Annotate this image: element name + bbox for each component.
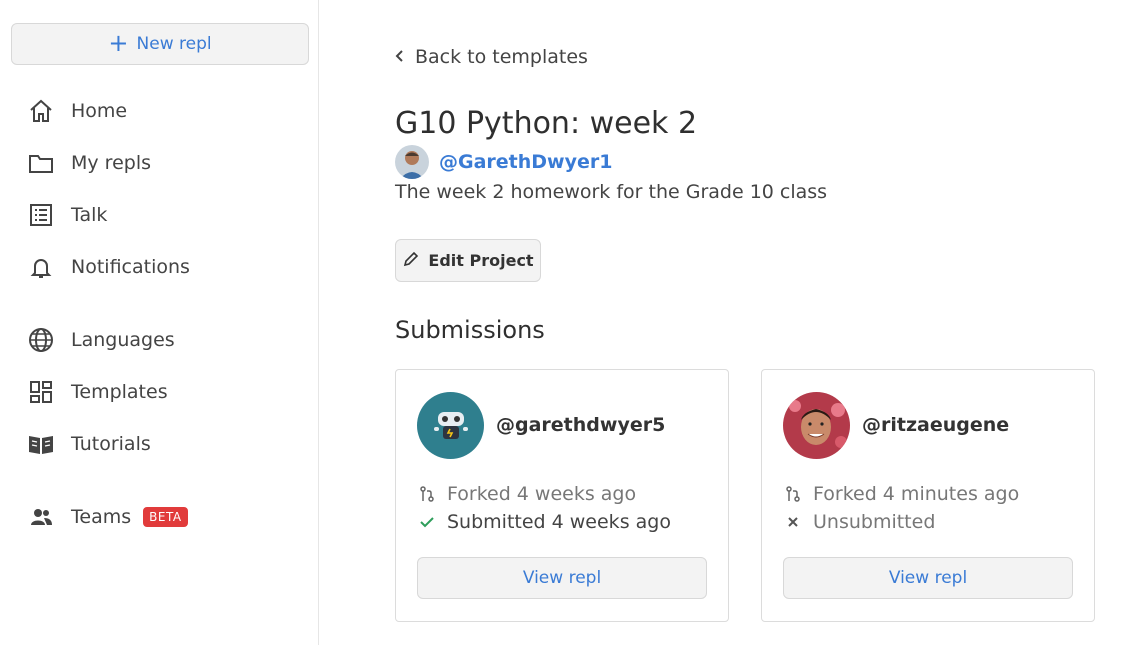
fork-icon	[783, 484, 803, 504]
submission-username[interactable]: @garethdwyer5	[496, 414, 665, 436]
sidebar-nav: Home My repls Talk Notifications Languag…	[11, 85, 308, 543]
sidebar-item-label: Templates	[71, 381, 168, 403]
sidebar-item-label: Talk	[71, 204, 108, 226]
sidebar-item-talk[interactable]: Talk	[11, 189, 308, 241]
sidebar-item-notifications[interactable]: Notifications	[11, 241, 308, 293]
list-icon	[26, 201, 56, 229]
bell-icon	[26, 253, 56, 281]
forked-text: Forked 4 minutes ago	[813, 483, 1020, 505]
submissions-list: @garethdwyer5 Forked 4 weeks ago Submitt…	[395, 369, 1095, 622]
sidebar-item-home[interactable]: Home	[11, 85, 308, 137]
beta-badge: BETA	[143, 507, 188, 527]
sidebar-item-label: Notifications	[71, 256, 190, 278]
book-icon	[26, 430, 56, 458]
sidebar-item-languages[interactable]: Languages	[11, 314, 308, 366]
sidebar-item-label: Tutorials	[71, 433, 151, 455]
view-repl-button[interactable]: View repl	[417, 557, 707, 599]
edit-project-button[interactable]: Edit Project	[395, 239, 541, 282]
pencil-icon	[402, 250, 420, 272]
x-icon	[783, 512, 803, 532]
submission-username[interactable]: @ritzaeugene	[862, 414, 1009, 436]
home-icon	[26, 97, 56, 125]
fork-icon	[417, 484, 437, 504]
new-repl-label: New repl	[136, 34, 212, 54]
forked-text: Forked 4 weeks ago	[447, 483, 637, 505]
sidebar: + New repl Home My repls Talk Notificati…	[0, 0, 319, 645]
forked-row: Forked 4 minutes ago	[783, 483, 1019, 505]
sidebar-item-label: My repls	[71, 152, 151, 174]
status-text: Unsubmitted	[813, 511, 936, 533]
globe-icon	[26, 326, 56, 354]
user-avatar[interactable]	[783, 392, 850, 459]
back-label: Back to templates	[415, 46, 588, 68]
check-icon	[417, 512, 437, 532]
submission-card: @garethdwyer5 Forked 4 weeks ago Submitt…	[395, 369, 729, 622]
chevron-left-icon	[395, 46, 405, 68]
author-link[interactable]: @GarethDwyer1	[439, 151, 612, 173]
sidebar-item-templates[interactable]: Templates	[11, 366, 308, 418]
sidebar-item-label: Languages	[71, 329, 175, 351]
back-to-templates-link[interactable]: Back to templates	[395, 46, 588, 68]
status-text: Submitted 4 weeks ago	[447, 511, 671, 533]
project-description: The week 2 homework for the Grade 10 cla…	[395, 181, 828, 203]
author-row: @GarethDwyer1	[395, 145, 612, 179]
nav-spacer	[11, 470, 308, 491]
edit-project-label: Edit Project	[428, 251, 534, 270]
main-content: Back to templates G10 Python: week 2 @Ga…	[319, 0, 1123, 645]
forked-row: Forked 4 weeks ago	[417, 483, 636, 505]
folder-icon	[26, 149, 56, 177]
status-row: Submitted 4 weeks ago	[417, 511, 671, 533]
page-title: G10 Python: week 2	[395, 106, 698, 141]
sidebar-item-teams[interactable]: Teams BETA	[11, 491, 308, 543]
author-avatar[interactable]	[395, 145, 429, 179]
sidebar-item-my-repls[interactable]: My repls	[11, 137, 308, 189]
submissions-heading: Submissions	[395, 316, 545, 344]
app: + New repl Home My repls Talk Notificati…	[0, 0, 1123, 645]
new-repl-button[interactable]: + New repl	[11, 23, 309, 65]
view-repl-button[interactable]: View repl	[783, 557, 1073, 599]
sidebar-item-label: Home	[71, 100, 128, 122]
templates-icon	[26, 378, 56, 406]
nav-spacer	[11, 293, 308, 314]
user-avatar[interactable]	[417, 392, 484, 459]
sidebar-item-label: Teams	[71, 506, 132, 528]
status-row: Unsubmitted	[783, 511, 935, 533]
plus-icon: +	[108, 29, 129, 57]
sidebar-item-tutorials[interactable]: Tutorials	[11, 418, 308, 470]
submission-card: @ritzaeugene Forked 4 minutes ago Unsubm…	[761, 369, 1095, 622]
people-icon	[26, 503, 56, 531]
